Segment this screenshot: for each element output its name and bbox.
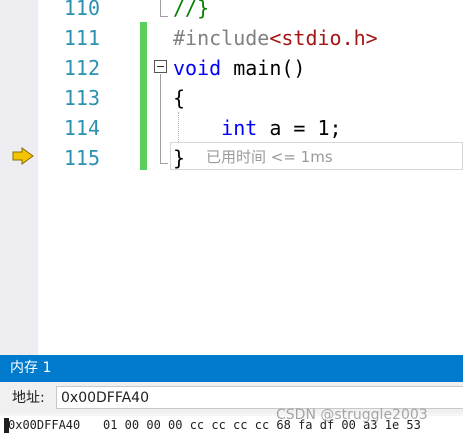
memory-window-title[interactable]: 内存 1 bbox=[0, 355, 463, 382]
code-token: void bbox=[173, 56, 222, 80]
code-editor[interactable]: 110 //} 111 #include<stdio.h> 112 void main()… bbox=[0, 0, 463, 355]
perf-tip[interactable]: 已用时间 <= 1ms bbox=[206, 146, 333, 168]
code-token: <stdio.h> bbox=[269, 26, 378, 50]
code-line[interactable]: 110 //} bbox=[0, 0, 463, 23]
code-text: void main() bbox=[173, 53, 305, 83]
line-number: 114 bbox=[63, 116, 100, 140]
line-number: 115 bbox=[63, 146, 100, 170]
code-token: a = 1; bbox=[257, 116, 342, 140]
line-number: 113 bbox=[63, 86, 100, 110]
code-token: main() bbox=[221, 56, 306, 80]
code-text: //} bbox=[173, 0, 209, 23]
code-line[interactable]: 113 { bbox=[0, 83, 463, 113]
code-token: { bbox=[173, 86, 186, 110]
code-text: } bbox=[173, 143, 185, 173]
memory-window: 内存 1 地址: 0x00DFFA40 0x00DFFA40 01 00 00 … bbox=[0, 355, 463, 435]
watermark: CSDN @struggle2003 bbox=[276, 407, 428, 423]
address-label: 地址: bbox=[12, 390, 45, 406]
memory-row-address: 0x00DFFA40 bbox=[8, 418, 81, 432]
code-line[interactable]: 114 int a = 1; bbox=[0, 113, 463, 143]
line-number: 111 bbox=[63, 26, 100, 50]
line-number: 112 bbox=[63, 56, 100, 80]
line-number: 110 bbox=[63, 0, 100, 20]
code-text: #include<stdio.h> bbox=[173, 23, 378, 53]
code-line[interactable]: 112 void main() bbox=[0, 53, 463, 83]
code-token: //} bbox=[173, 0, 210, 20]
address-input[interactable]: 0x00DFFA40 bbox=[56, 386, 463, 409]
code-token: int bbox=[221, 116, 258, 140]
code-text: { bbox=[173, 83, 185, 113]
ide-window: 110 //} 111 #include<stdio.h> 112 void main()… bbox=[0, 0, 463, 435]
code-token: } bbox=[173, 146, 186, 170]
code-line[interactable]: 111 #include<stdio.h> bbox=[0, 23, 463, 53]
code-text: int a = 1; bbox=[173, 113, 342, 143]
code-token: #include bbox=[173, 26, 270, 50]
